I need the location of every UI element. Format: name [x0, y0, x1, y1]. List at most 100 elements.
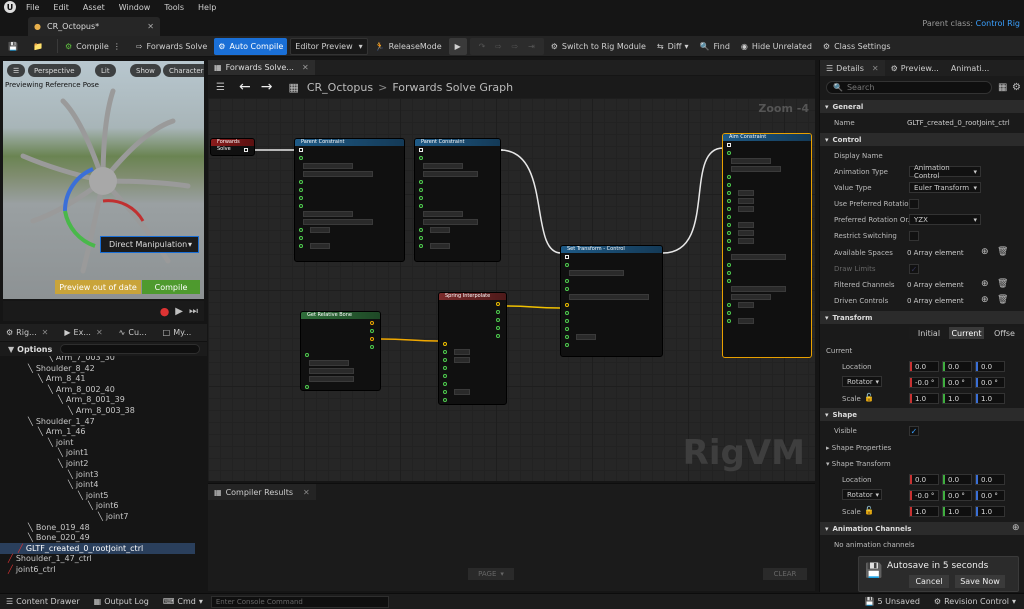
step-over-icon[interactable]: ⇨: [495, 42, 502, 51]
node-field[interactable]: [454, 349, 470, 355]
node-field[interactable]: [738, 206, 754, 212]
tab-execution[interactable]: ▶ Ex... ✕: [64, 328, 102, 337]
pin-icon[interactable]: [496, 302, 500, 306]
switch-rig-module-button[interactable]: ⚙ Switch to Rig Module: [547, 38, 650, 55]
shape-rotator-dropdown[interactable]: Rotator ▾: [842, 489, 882, 500]
shape-location-y-input[interactable]: 0.0: [942, 474, 972, 485]
step-forward-icon[interactable]: ⏭: [189, 306, 198, 317]
pin-icon[interactable]: [370, 345, 374, 349]
pin-icon[interactable]: [419, 236, 423, 240]
tree-item[interactable]: ╲ joint2: [58, 458, 88, 469]
segment-initial[interactable]: Initial: [909, 327, 949, 339]
scale-z-input[interactable]: 1.0: [975, 393, 1005, 404]
node-field[interactable]: [303, 211, 353, 217]
play-icon[interactable]: ▶: [175, 306, 183, 317]
node-field[interactable]: [309, 360, 349, 366]
tree-item[interactable]: ╲ Bone_020_49: [28, 532, 90, 543]
animation-type-dropdown[interactable]: Animation Control ▾: [909, 164, 981, 180]
pin-icon[interactable]: [727, 303, 731, 307]
node-field[interactable]: [738, 302, 754, 308]
pin-icon[interactable]: [565, 279, 569, 283]
row-shape-transform[interactable]: ▾ Shape Transform: [820, 456, 1024, 471]
pin-icon[interactable]: [443, 366, 447, 370]
pin-icon[interactable]: [305, 353, 309, 357]
pin-icon[interactable]: [727, 151, 731, 155]
forwards-solve-button[interactable]: ⇨ Forwards Solve: [132, 38, 211, 55]
pin-icon[interactable]: [419, 188, 423, 192]
tree-item[interactable]: ╲ joint7: [98, 511, 128, 522]
node-get-relative-bone[interactable]: Get Relative Bone: [300, 311, 381, 391]
node-field[interactable]: [303, 163, 353, 169]
parent-class-link[interactable]: Control Rig: [976, 19, 1020, 28]
pin-icon[interactable]: [565, 343, 569, 347]
unreal-logo-icon[interactable]: U: [4, 1, 16, 13]
add-icon[interactable]: ⊕: [981, 247, 989, 257]
graph-menu-icon[interactable]: ☰: [216, 82, 225, 93]
shape-scale-x-input[interactable]: 1.0: [909, 506, 939, 517]
node-field[interactable]: [731, 286, 786, 292]
trash-icon[interactable]: 🗑: [997, 279, 1008, 289]
scale-y-input[interactable]: 1.0: [942, 393, 972, 404]
cmd-dropdown[interactable]: ⌨ Cmd ▾: [163, 597, 203, 606]
segment-current[interactable]: Current: [949, 327, 984, 339]
hierarchy-search-input[interactable]: [60, 344, 201, 354]
node-field[interactable]: [738, 230, 754, 236]
step-out-icon[interactable]: ⇨: [512, 42, 519, 51]
value-type-dropdown[interactable]: Euler Transform ▾: [909, 182, 981, 193]
exec-pin-icon[interactable]: [565, 255, 569, 259]
revision-control-button[interactable]: ⚙ Revision Control ▾: [934, 597, 1016, 606]
tab-rig-hierarchy[interactable]: ⚙ Rig... ✕: [6, 328, 48, 337]
tab-animation[interactable]: Animati...: [945, 60, 995, 76]
pin-icon[interactable]: [727, 183, 731, 187]
tab-my-blueprint[interactable]: □ My...: [163, 328, 192, 337]
pin-icon[interactable]: [496, 334, 500, 338]
tree-item[interactable]: ╲ joint: [48, 437, 73, 448]
section-transform[interactable]: ▾ Transform: [820, 311, 1024, 324]
pin-icon[interactable]: [370, 329, 374, 333]
more-vertical-icon[interactable]: ⋮: [113, 42, 121, 51]
add-icon[interactable]: ⊕: [981, 295, 989, 305]
node-field[interactable]: [731, 294, 771, 300]
find-button[interactable]: 🔍 Find: [696, 38, 734, 55]
menu-tools[interactable]: Tools: [164, 3, 184, 12]
options-button[interactable]: Options: [17, 345, 52, 354]
section-control[interactable]: ▾ Control: [820, 133, 1024, 146]
node-field[interactable]: [310, 227, 330, 233]
pin-icon[interactable]: [496, 310, 500, 314]
pin-icon[interactable]: [727, 319, 731, 323]
exec-pin-icon[interactable]: [419, 148, 423, 152]
tab-preview[interactable]: ⚙ Preview...: [885, 60, 945, 76]
pin-icon[interactable]: [299, 244, 303, 248]
browse-button[interactable]: 📁: [29, 38, 51, 55]
node-field[interactable]: [569, 294, 649, 300]
save-button[interactable]: 💾: [4, 38, 26, 55]
output-log-button[interactable]: ▦ Output Log: [94, 597, 149, 606]
node-field[interactable]: [309, 376, 354, 382]
character-button[interactable]: Character: [163, 64, 204, 77]
node-parent-constraint-2[interactable]: Parent Constraint: [414, 138, 501, 262]
node-field[interactable]: [731, 254, 786, 260]
rig-graph-canvas[interactable]: Zoom -4 Forwards Solve Parent Constraint…: [208, 98, 815, 481]
pin-icon[interactable]: [727, 239, 731, 243]
tree-item[interactable]: ╲ Shoulder_8_42: [28, 363, 95, 374]
node-field[interactable]: [423, 219, 478, 225]
close-icon[interactable]: ✕: [303, 488, 310, 497]
section-animation-channels[interactable]: ▾ Animation Channels: [820, 522, 1024, 535]
pin-icon[interactable]: [299, 188, 303, 192]
node-field[interactable]: [576, 334, 596, 340]
tree-item[interactable]: ╲ Arm_8_002_40: [48, 384, 115, 395]
pin-icon[interactable]: [419, 244, 423, 248]
save-now-button[interactable]: Save Now: [955, 575, 1005, 588]
pin-icon[interactable]: [727, 199, 731, 203]
node-field[interactable]: [310, 243, 330, 249]
node-forwards-solve[interactable]: Forwards Solve: [210, 138, 255, 156]
tree-item[interactable]: ╲ joint5: [78, 490, 108, 501]
pin-icon[interactable]: [299, 156, 303, 160]
node-set-transform[interactable]: Set Transform - Control: [560, 245, 663, 357]
section-general[interactable]: ▾ General: [820, 100, 1024, 113]
add-icon[interactable]: ⊕: [981, 279, 989, 289]
document-tab[interactable]: ● CR_Octopus* ✕: [28, 17, 160, 36]
pin-icon[interactable]: [727, 175, 731, 179]
node-field[interactable]: [423, 171, 478, 177]
pin-icon[interactable]: [299, 180, 303, 184]
